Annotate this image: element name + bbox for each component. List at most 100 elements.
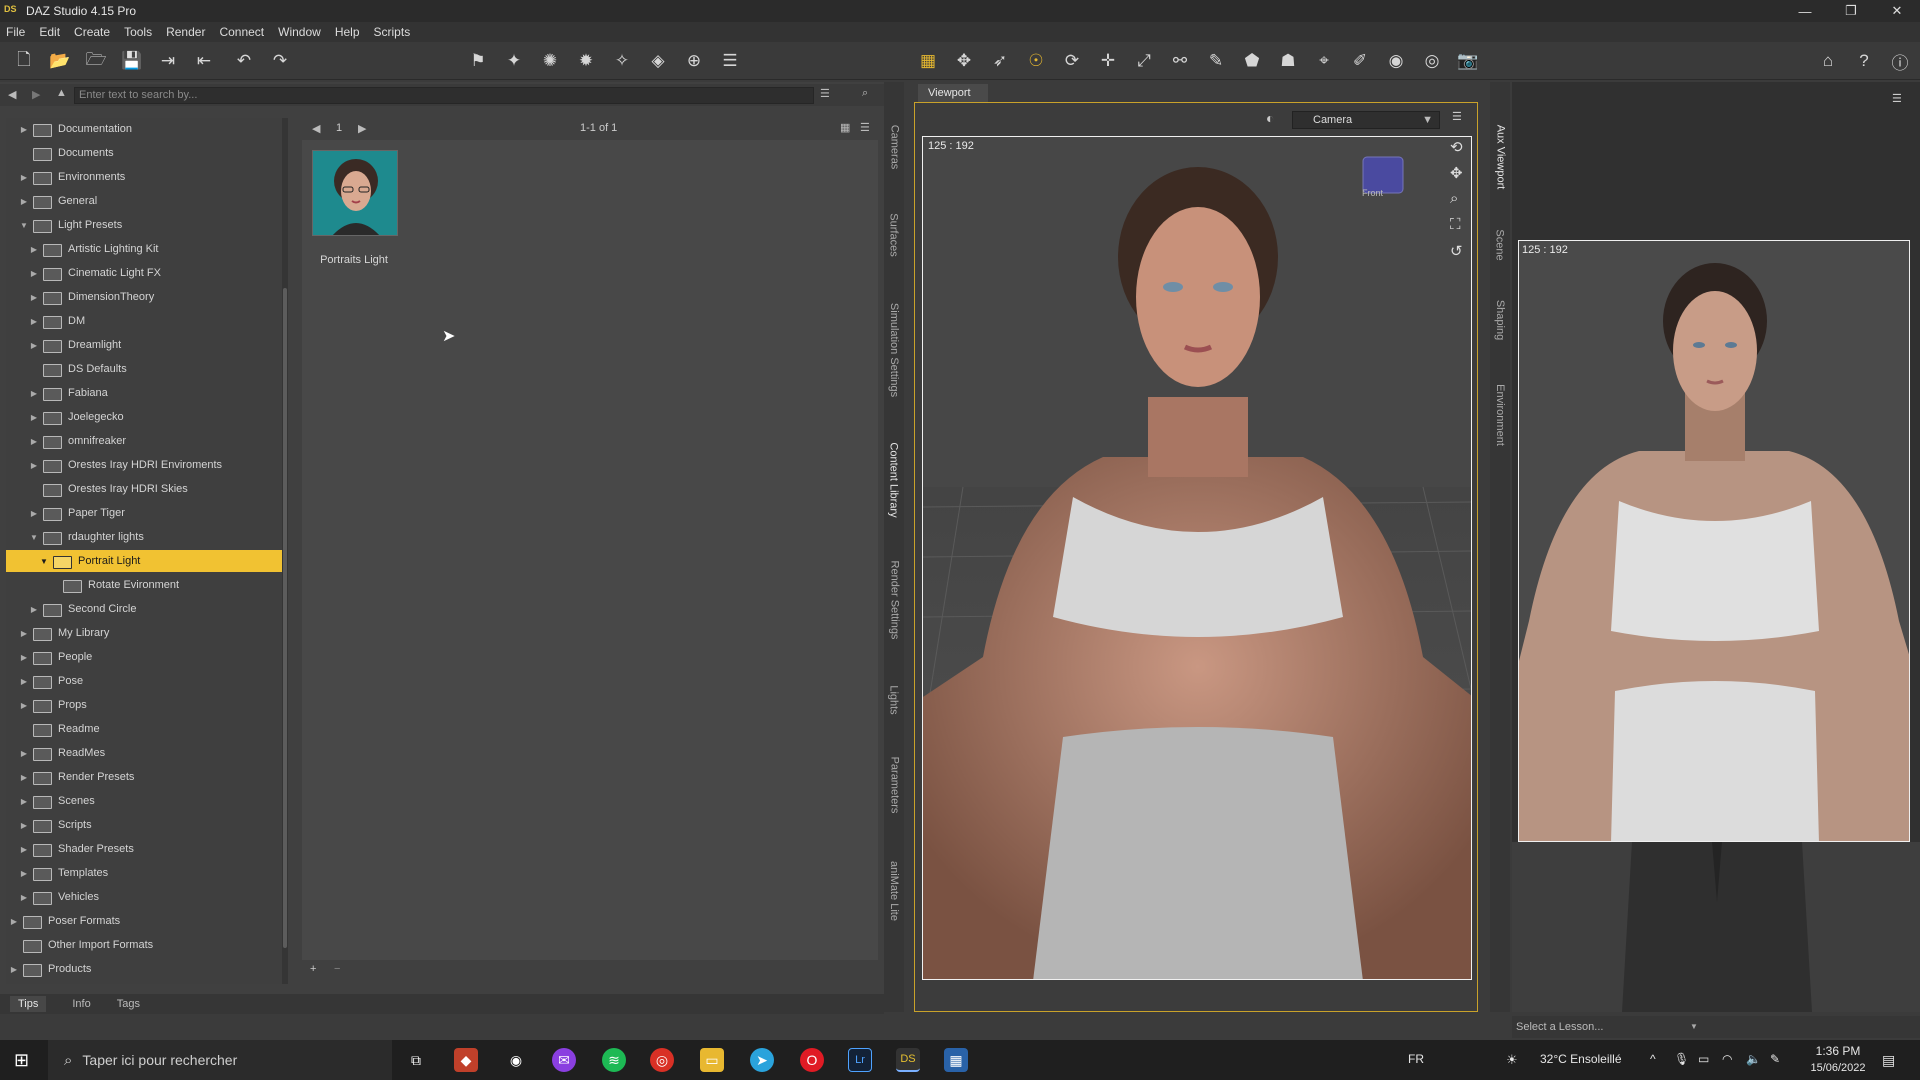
- iray-preview-icon[interactable]: ◎: [1420, 49, 1444, 73]
- menu-create[interactable]: Create: [74, 25, 110, 39]
- chevron-right-icon[interactable]: ▶: [28, 293, 40, 302]
- tree-item[interactable]: Documents: [6, 142, 284, 164]
- zoom-icon[interactable]: ⌕: [1450, 190, 1458, 207]
- chevron-right-icon[interactable]: ▶: [18, 197, 30, 206]
- redo-icon[interactable]: ↷: [268, 49, 292, 73]
- chevron-right-icon[interactable]: ▶: [18, 653, 30, 662]
- import-icon[interactable]: ⇥: [156, 49, 180, 73]
- up-icon[interactable]: ▲: [56, 87, 67, 99]
- chevron-right-icon[interactable]: ▶: [18, 869, 30, 878]
- universal-tool-icon[interactable]: ✥: [952, 49, 976, 73]
- tree-item[interactable]: ▶ Scripts: [6, 814, 284, 836]
- file-explorer-icon[interactable]: ▭: [700, 1048, 724, 1072]
- tab-scene[interactable]: Scene: [1490, 220, 1510, 270]
- tree-item[interactable]: ▶ Props: [6, 694, 284, 716]
- tree-item[interactable]: ▶ Dreamlight: [6, 334, 284, 356]
- tree-item[interactable]: ▶ Vehicles: [6, 886, 284, 908]
- view-mode-icon[interactable]: ☰: [820, 87, 830, 100]
- chevron-right-icon[interactable]: ▶: [28, 437, 40, 446]
- viewport-tab[interactable]: Viewport: [918, 84, 988, 102]
- pan-icon[interactable]: ✥: [1450, 164, 1463, 182]
- save-icon[interactable]: 💾: [120, 49, 144, 73]
- tree-item[interactable]: Readme: [6, 718, 284, 740]
- add-icon[interactable]: +: [310, 963, 316, 975]
- search-icon[interactable]: ⌕: [862, 87, 868, 100]
- chevron-up-icon[interactable]: ^: [1650, 1052, 1656, 1066]
- view-cube-label[interactable]: Front: [1362, 188, 1383, 198]
- tree-item[interactable]: ▶ Documentation: [6, 118, 284, 140]
- tree-item[interactable]: ▶ omnifreaker: [6, 430, 284, 452]
- tab-surfaces[interactable]: Surfaces: [884, 200, 904, 270]
- volume-icon[interactable]: 🔈: [1746, 1052, 1761, 1066]
- tree-item[interactable]: ▶ ReadMes: [6, 742, 284, 764]
- mic-icon[interactable]: 🎙: [1674, 1052, 1689, 1066]
- tree-item[interactable]: ▶ Templates: [6, 862, 284, 884]
- create-spotlight-icon[interactable]: ✦: [502, 49, 526, 73]
- lesson-select[interactable]: Select a Lesson... ▼: [1512, 1018, 1702, 1036]
- forward-icon[interactable]: ▶: [32, 88, 40, 101]
- reset-view-icon[interactable]: ↺: [1450, 242, 1463, 260]
- chevron-right-icon[interactable]: ▶: [28, 605, 40, 614]
- tab-render-settings[interactable]: Render Settings: [884, 550, 904, 650]
- whats-this-icon[interactable]: ?: [1852, 49, 1876, 73]
- chevron-right-icon[interactable]: ▶: [28, 341, 40, 350]
- chevron-right-icon[interactable]: ▶: [18, 629, 30, 638]
- tree-item[interactable]: ▶ Poser Formats: [6, 910, 284, 932]
- chevron-right-icon[interactable]: ▶: [18, 797, 30, 806]
- taskbar-search[interactable]: ⌕ Taper ici pour rechercher: [48, 1040, 392, 1080]
- preset-thumbnail[interactable]: [312, 150, 398, 236]
- wifi-icon[interactable]: ◠: [1722, 1052, 1732, 1066]
- tree-item[interactable]: ▶ Render Presets: [6, 766, 284, 788]
- chevron-right-icon[interactable]: ▶: [28, 389, 40, 398]
- tree-item[interactable]: ▶ Orestes Iray HDRI Enviroments: [6, 454, 284, 476]
- figure-setup-icon[interactable]: ☗: [1276, 49, 1300, 73]
- prev-page-icon[interactable]: ◀: [312, 122, 320, 135]
- chevron-right-icon[interactable]: ▶: [18, 749, 30, 758]
- task-view-icon[interactable]: ⧉: [404, 1048, 428, 1072]
- tree-item[interactable]: ▶ DM: [6, 310, 284, 332]
- menu-file[interactable]: File: [6, 25, 25, 39]
- chevron-right-icon[interactable]: ▶: [28, 245, 40, 254]
- tree-item[interactable]: ▶ General: [6, 190, 284, 212]
- open-icon[interactable]: 📂: [48, 49, 72, 73]
- tree-item[interactable]: Other Import Formats: [6, 934, 284, 956]
- tree-item[interactable]: ▶ Environments: [6, 166, 284, 188]
- pen-icon[interactable]: ✎: [1770, 1052, 1780, 1066]
- tab-tips[interactable]: Tips: [10, 996, 47, 1012]
- lightroom-icon[interactable]: Lr: [848, 1048, 872, 1072]
- undo-icon[interactable]: ↶: [232, 49, 256, 73]
- chevron-down-icon[interactable]: ▼: [18, 221, 30, 230]
- menu-scripts[interactable]: Scripts: [374, 25, 411, 39]
- merge-icon[interactable]: 🗁: [84, 49, 108, 73]
- list-view-icon[interactable]: ☰: [860, 121, 870, 134]
- create-primitive-icon[interactable]: ◈: [646, 49, 670, 73]
- create-point-light-icon[interactable]: ✹: [574, 49, 598, 73]
- toolbar-menu-icon[interactable]: ☰: [718, 49, 742, 73]
- daz-studio-icon[interactable]: DS: [896, 1048, 920, 1072]
- rotate-icon[interactable]: ⟳: [1060, 49, 1084, 73]
- tab-environment[interactable]: Environment: [1490, 370, 1510, 460]
- create-camera-icon[interactable]: ⚑: [466, 49, 490, 73]
- tree-item[interactable]: Orestes Iray HDRI Skies: [6, 478, 284, 500]
- menu-connect[interactable]: Connect: [219, 25, 264, 39]
- tree-item[interactable]: ▶ My Library: [6, 622, 284, 644]
- camera-select[interactable]: Camera ▼: [1292, 111, 1440, 129]
- create-distant-light-icon[interactable]: ✺: [538, 49, 562, 73]
- tab-simulation-settings[interactable]: Simulation Settings: [884, 290, 904, 410]
- obs-icon[interactable]: ◉: [504, 1048, 528, 1072]
- menu-window[interactable]: Window: [278, 25, 321, 39]
- chrome-icon[interactable]: ◎: [650, 1048, 674, 1072]
- chevron-down-icon[interactable]: ▼: [28, 533, 40, 542]
- grid-view-icon[interactable]: ▦: [840, 121, 850, 134]
- geometry-editor-icon[interactable]: ⬟: [1240, 49, 1264, 73]
- chevron-right-icon[interactable]: ▶: [18, 173, 30, 182]
- tree-item[interactable]: ▶ Products: [6, 958, 284, 980]
- notifications-icon[interactable]: ▤: [1882, 1052, 1895, 1069]
- tree-item[interactable]: ▶ Cinematic Light FX: [6, 262, 284, 284]
- weather-text[interactable]: 32°C Ensoleillé: [1540, 1052, 1622, 1066]
- tree-item[interactable]: ▼ Light Presets: [6, 214, 284, 236]
- back-icon[interactable]: ◀: [8, 88, 16, 101]
- tree-item[interactable]: Rotate Evironment: [6, 574, 284, 596]
- tree-item[interactable]: ▼ Portrait Light: [6, 550, 284, 572]
- orbit-icon[interactable]: ⟲: [1450, 138, 1463, 156]
